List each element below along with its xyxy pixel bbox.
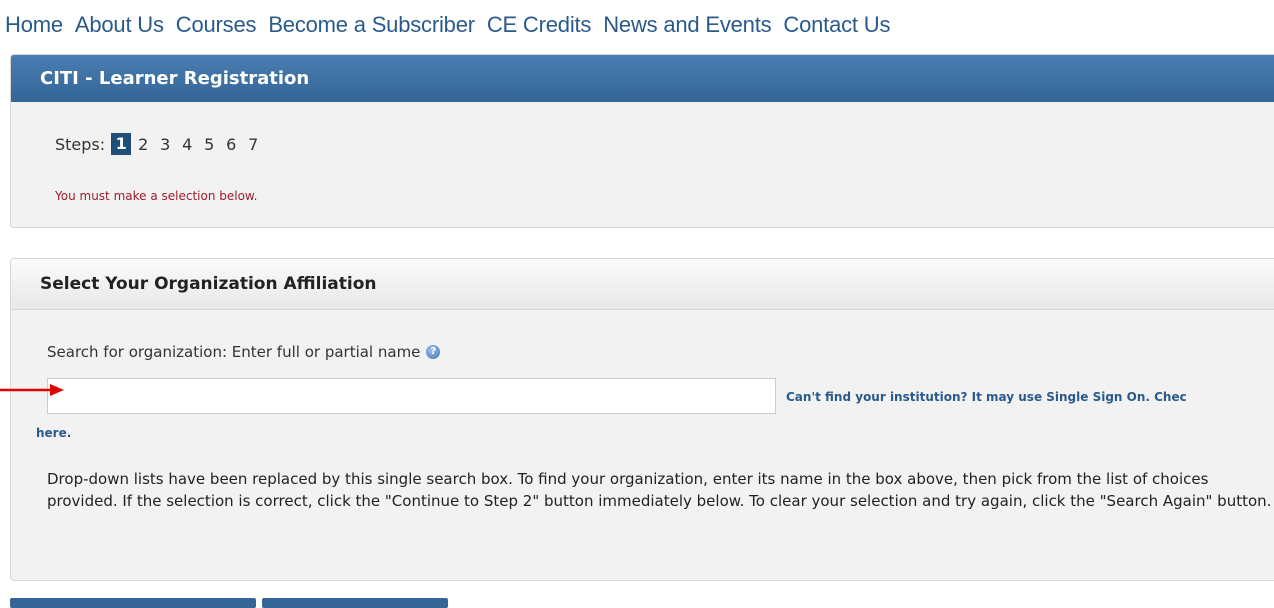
step-3: 3 <box>160 134 171 154</box>
nav-courses[interactable]: Courses <box>176 12 257 40</box>
top-navigation: Home About Us Courses Become a Subscribe… <box>5 12 902 40</box>
organization-affiliation-panel: Select Your Organization Affiliation Sea… <box>10 258 1274 581</box>
step-6: 6 <box>226 134 237 154</box>
step-2: 2 <box>138 134 149 154</box>
steps-indicator: Steps: 1 2 3 4 5 6 7 <box>55 133 265 155</box>
organization-search-input[interactable] <box>47 378 776 414</box>
sso-link[interactable]: Can't find your institution? It may use … <box>786 390 1187 404</box>
step-5: 5 <box>204 134 215 154</box>
nav-news-events[interactable]: News and Events <box>603 12 771 40</box>
search-label-text: Search for organization: Enter full or p… <box>47 343 421 361</box>
help-icon[interactable]: ? <box>426 345 441 359</box>
search-label: Search for organization: Enter full or p… <box>47 343 441 361</box>
nav-about-us[interactable]: About Us <box>75 12 164 40</box>
continue-button[interactable] <box>10 598 256 608</box>
nav-ce-credits[interactable]: CE Credits <box>487 12 592 40</box>
nav-become-subscriber[interactable]: Become a Subscriber <box>268 12 475 40</box>
sso-link-here[interactable]: here. <box>36 426 71 440</box>
search-instructions: Drop-down lists have been replaced by th… <box>47 470 1272 510</box>
step-7: 7 <box>248 134 259 154</box>
nav-contact-us[interactable]: Contact Us <box>783 12 890 40</box>
steps-label: Steps: <box>55 134 106 154</box>
affiliation-title: Select Your Organization Affiliation <box>11 259 1274 310</box>
step-1: 1 <box>111 133 132 155</box>
nav-home[interactable]: Home <box>5 12 63 40</box>
registration-panel: CITI - Learner Registration Steps: 1 2 3… <box>10 54 1274 228</box>
selection-error-message: You must make a selection below. <box>55 189 258 203</box>
registration-title: CITI - Learner Registration <box>11 55 1274 102</box>
step-4: 4 <box>182 134 193 154</box>
arrow-right-icon <box>0 384 64 396</box>
search-again-button[interactable] <box>262 598 448 608</box>
